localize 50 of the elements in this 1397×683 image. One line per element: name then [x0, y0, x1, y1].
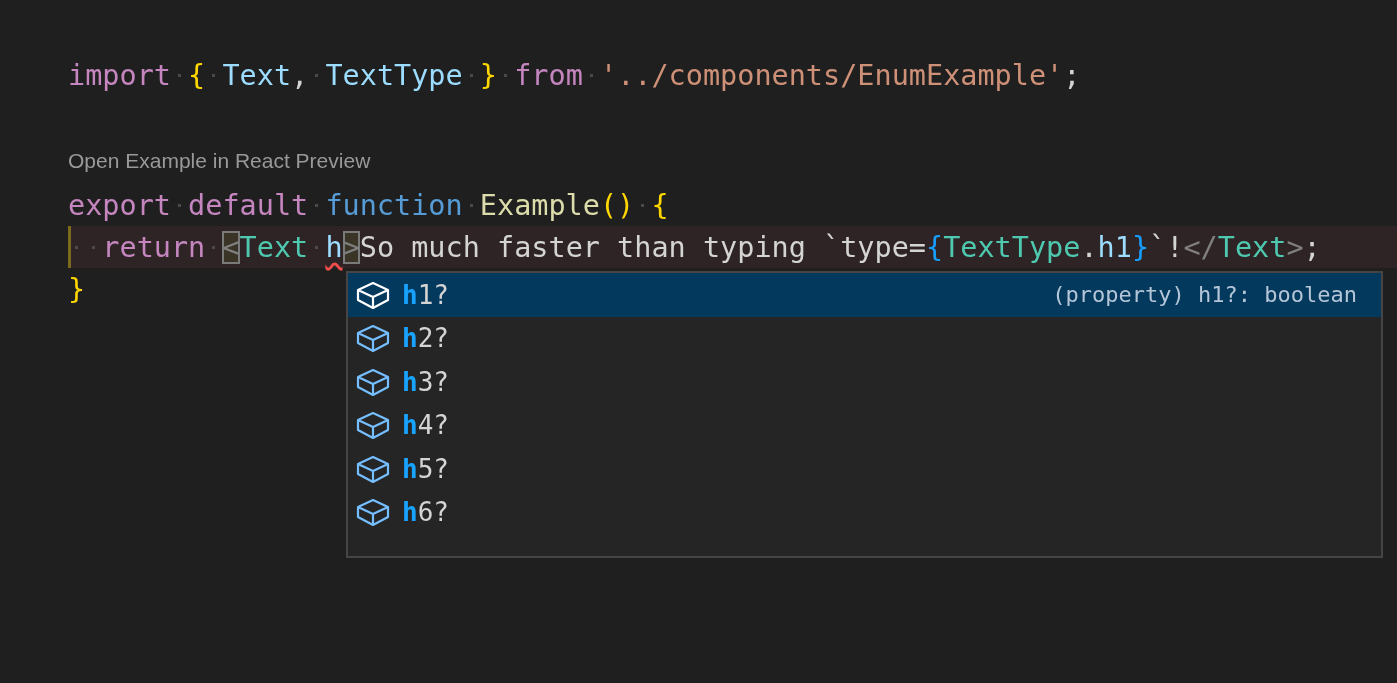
code-token: () [599, 188, 635, 222]
cube-icon [356, 410, 390, 441]
code-token: default [188, 188, 309, 222]
suggestion-item[interactable]: h1? (property) h1?: boolean [348, 273, 1381, 317]
cube-icon [356, 453, 390, 484]
code-token: from [514, 58, 583, 92]
code-token: So much faster than typing `type= [359, 230, 926, 264]
code-token: Text [239, 230, 309, 264]
code-token: } [68, 272, 86, 306]
code-token: </ [1183, 230, 1218, 264]
code-token: import [68, 58, 171, 92]
code-token: Text [222, 58, 292, 92]
cube-icon [356, 323, 390, 354]
codelens-link[interactable]: Open Example in React Preview [0, 138, 1397, 184]
code-token: ; [1303, 230, 1321, 264]
code-token: '../components/EnumExample' [599, 58, 1064, 92]
code-token: ; [1063, 58, 1081, 92]
code-token: return [102, 230, 206, 264]
cube-icon [356, 279, 390, 310]
code-token: Example [479, 188, 600, 222]
code-token: , [291, 58, 309, 92]
suggestion-item[interactable]: h6? [348, 490, 1381, 534]
code-token: export [68, 188, 171, 222]
suggestion-item[interactable]: h5? [348, 447, 1381, 491]
code-token: } [479, 58, 497, 92]
suggestion-label: h1? [402, 279, 449, 310]
suggestion-item[interactable]: h2? [348, 316, 1381, 360]
cube-icon [356, 497, 390, 528]
code-token: { [651, 188, 669, 222]
cube-icon [356, 366, 390, 397]
code-token: > [1286, 230, 1304, 264]
code-token: function [325, 188, 463, 222]
suggestion-label: h4? [402, 410, 449, 441]
code-token: { [925, 230, 944, 264]
code-token: TextType [325, 58, 463, 92]
code-token: { [188, 58, 206, 92]
suggestion-label: h3? [402, 366, 449, 397]
code-token: h1 [1097, 230, 1132, 264]
suggestion-item[interactable]: h4? [348, 403, 1381, 447]
code-token: } [1131, 230, 1150, 264]
suggestion-label: h2? [402, 323, 449, 354]
suggestion-detail: (property) h1?: boolean [1052, 282, 1357, 308]
suggestion-label: h6? [402, 497, 449, 528]
suggestion-label: h5? [402, 453, 449, 484]
code-token: `! [1149, 230, 1184, 264]
code-token: TextType [943, 230, 1081, 264]
error-token: h [325, 230, 343, 264]
suggestion-item[interactable]: h3? [348, 360, 1381, 404]
code-token: Text [1217, 230, 1287, 264]
code-token: . [1080, 230, 1098, 264]
